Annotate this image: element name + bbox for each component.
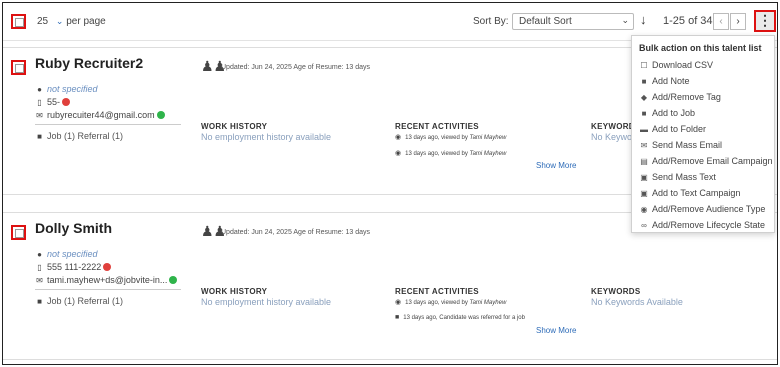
menu-item-lifecycle-state[interactable]: ∞ Add/Remove Lifecycle State	[639, 220, 765, 230]
campaign-icon: ▤	[640, 157, 648, 166]
work-history-heading: WORK HISTORY	[201, 287, 268, 296]
eye-icon: ◉	[395, 134, 402, 141]
email-icon: ✉	[36, 111, 43, 120]
keywords-value: No Keywords Available	[591, 297, 683, 307]
menu-item-add-to-folder[interactable]: ▬ Add to Folder	[639, 124, 706, 134]
job-referral-counts[interactable]: ■ Job (1) Referral (1)	[35, 131, 123, 141]
per-page-label: per page	[66, 16, 106, 27]
menu-item-send-mass-text[interactable]: ▣ Send Mass Text	[639, 172, 716, 182]
candidate-summary: Dolly Smith ● not specified ▯ 555 111-2222…	[3, 213, 191, 359]
chevron-down-icon: ⌄	[621, 15, 629, 25]
menu-item-download-csv[interactable]: ☐ Download CSV	[639, 60, 713, 70]
candidate-name[interactable]: Dolly Smith	[35, 220, 112, 236]
menu-item-add-to-job[interactable]: ■ Add to Job	[639, 108, 695, 118]
candidate-location: ● not specified	[35, 84, 97, 94]
menu-item-audience-type[interactable]: ◉ Add/Remove Audience Type	[639, 204, 766, 214]
phone-icon: ▯	[37, 98, 42, 107]
bulk-actions-title: Bulk action on this talent list	[639, 43, 762, 53]
resume-updated-info: Updated: Jun 24, 2025 Age of Resume: 13 …	[221, 229, 371, 236]
per-page-select[interactable]: 25 ⌄ per page	[37, 16, 106, 27]
tag-icon: ◆	[640, 93, 648, 102]
audience-icon: ◉	[640, 205, 648, 214]
email-icon: ✉	[36, 276, 43, 285]
location-pin-icon: ●	[37, 85, 42, 94]
resume-updated-info: Updated: Jun 24, 2025 Age of Resume: 13 …	[221, 64, 371, 71]
text-campaign-icon: ▣	[640, 189, 648, 198]
eye-icon: ◉	[395, 150, 402, 157]
phone-icon: ▯	[37, 263, 42, 272]
bulk-actions-menu: Bulk action on this talent list ☐ Downloa…	[631, 35, 775, 233]
text-message-icon: ▣	[640, 173, 648, 182]
candidate-phone[interactable]: ▯ 555 111-2222	[35, 262, 112, 272]
briefcase-icon: ■	[641, 109, 647, 118]
do-not-call-icon	[103, 263, 112, 271]
recent-activities-heading: RECENT ACTIVITIES	[395, 122, 479, 131]
briefcase-icon: ■	[37, 297, 42, 306]
show-more-link[interactable]: Show More	[536, 326, 576, 335]
sort-by-label: Sort By:	[473, 16, 509, 27]
divider	[35, 289, 181, 290]
candidate-checkbox[interactable]	[11, 60, 26, 75]
candidate-checkbox[interactable]	[11, 225, 26, 240]
sort-select-value: Default Sort	[519, 16, 572, 27]
vertical-dots-icon: ⋮	[758, 12, 772, 28]
select-all-checkbox[interactable]	[11, 14, 26, 29]
activity-item: ◉ 13 days ago, viewed by Tami Mayhew	[395, 134, 507, 141]
sort-direction-arrow-icon[interactable]: ↓	[640, 12, 647, 27]
menu-item-add-remove-tag[interactable]: ◆ Add/Remove Tag	[639, 92, 721, 102]
eye-icon: ◉	[395, 299, 402, 306]
next-page-button[interactable]: ›	[730, 13, 746, 30]
talent-list-frame: 25 ⌄ per page Sort By: Default Sort ⌄ ↓ …	[2, 2, 778, 365]
do-not-call-icon	[62, 98, 71, 106]
candidate-card: Dolly Smith ● not specified ▯ 555 111-2222…	[3, 212, 777, 360]
work-history-value: No employment history available	[201, 297, 332, 307]
download-icon: ☐	[640, 61, 648, 70]
candidate-phone[interactable]: ▯ 55-	[35, 97, 71, 107]
divider	[35, 124, 181, 125]
lifecycle-icon: ∞	[641, 221, 647, 230]
candidate-details: ♟♟ Updated: Jun 24, 2025 Age of Resume: …	[191, 213, 777, 359]
menu-item-send-mass-email[interactable]: ✉ Send Mass Email	[639, 140, 722, 150]
bulk-actions-menu-button[interactable]: ⋮	[754, 10, 776, 32]
candidate-email[interactable]: ✉ rubyrecuiter44@gmail.com	[35, 110, 165, 120]
referral-icon: ■	[395, 314, 400, 321]
candidate-summary: Ruby Recruiter2 ● not specified ▯ 55- ✉ rub…	[3, 48, 191, 194]
chevron-down-icon: ⌄	[55, 16, 64, 26]
location-pin-icon: ●	[37, 250, 42, 259]
activity-item: ■ 13 days ago, Candidate was referred for…	[395, 314, 525, 321]
per-page-value: 25	[37, 16, 49, 27]
briefcase-icon: ■	[37, 132, 42, 141]
work-history-value: No employment history available	[201, 132, 332, 142]
previous-page-button[interactable]: ‹	[713, 13, 729, 30]
show-more-link[interactable]: Show More	[536, 161, 576, 170]
menu-item-text-campaign[interactable]: ▣ Add to Text Campaign	[639, 188, 740, 198]
activity-item: ◉ 13 days ago, viewed by Tami Mayhew	[395, 299, 507, 306]
email-verified-icon	[156, 111, 165, 119]
job-referral-counts[interactable]: ■ Job (1) Referral (1)	[35, 296, 123, 306]
note-icon: ■	[641, 77, 647, 86]
activity-item: ◉ 13 days ago, viewed by Tami Mayhew	[395, 150, 507, 157]
sort-select[interactable]: Default Sort ⌄	[512, 13, 634, 30]
folder-icon: ▬	[640, 125, 648, 134]
recent-activities-heading: RECENT ACTIVITIES	[395, 287, 479, 296]
email-icon: ✉	[640, 141, 648, 150]
menu-item-email-campaign[interactable]: ▤ Add/Remove Email Campaign	[639, 156, 772, 166]
keywords-heading: KEYWORDS	[591, 287, 641, 296]
pagination-info: 1-25 of 34	[663, 15, 713, 27]
candidate-name[interactable]: Ruby Recruiter2	[35, 55, 143, 71]
work-history-heading: WORK HISTORY	[201, 122, 268, 131]
candidate-location: ● not specified	[35, 249, 97, 259]
email-verified-icon	[169, 276, 178, 284]
candidate-email[interactable]: ✉ tami.mayhew+ds@jobvite-in...	[35, 275, 178, 285]
menu-item-add-note[interactable]: ■ Add Note	[639, 76, 690, 86]
